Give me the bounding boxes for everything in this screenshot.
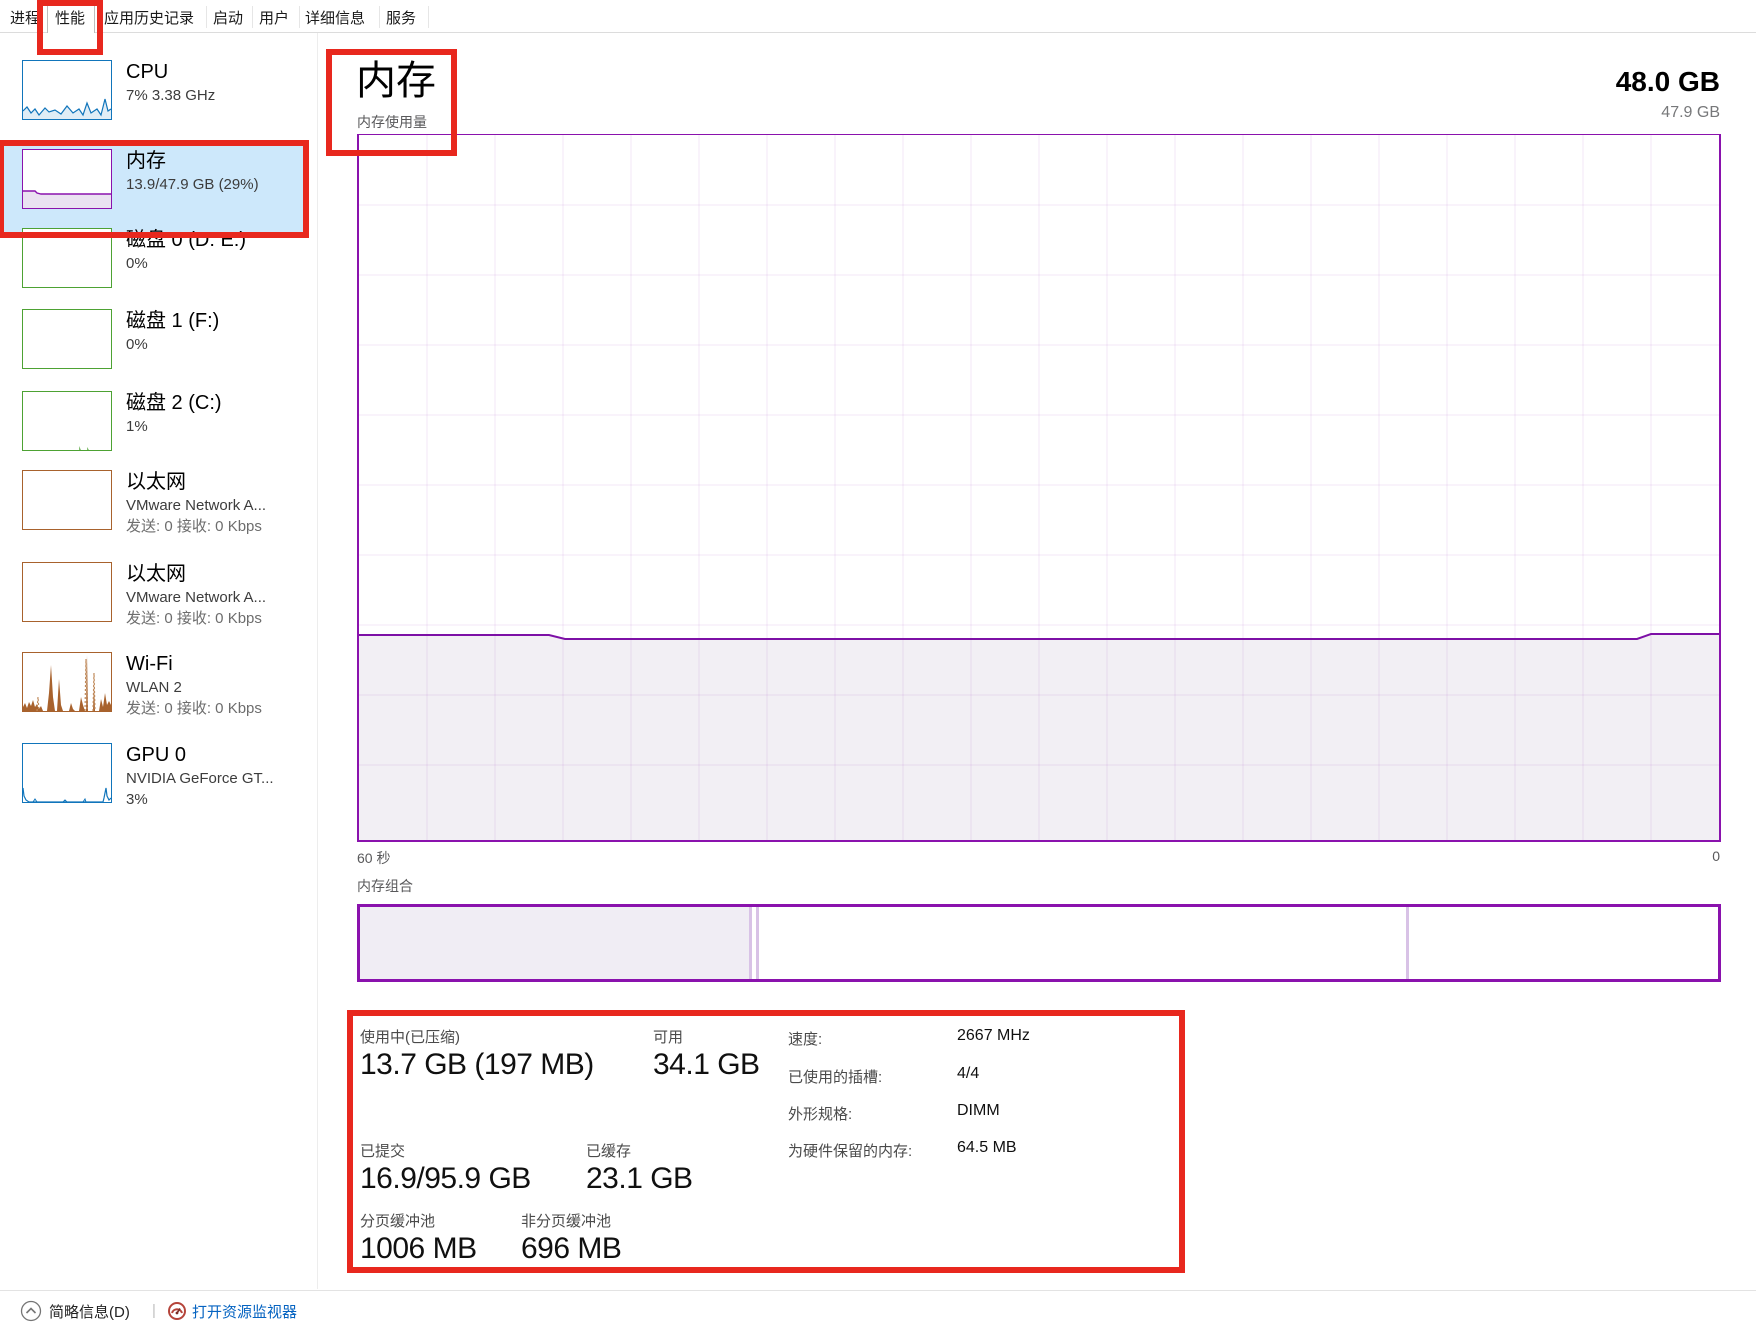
memory-composition-bar [357,904,1721,982]
sidebar-item-disk0[interactable]: 磁盘 0 (D: E:) 0% [0,226,303,306]
memory-usage-chart-label: 内存使用量 [357,112,427,132]
sidebar-item-title: CPU [126,59,301,85]
stat-paged-pool-value: 1006 MB [360,1232,477,1266]
detail-slots-label: 已使用的插槽: [788,1066,882,1087]
sidebar-item-subtitle: 0% [126,253,301,274]
sidebar-item-title: 内存 [126,148,301,174]
disk1-graph-thumbnail [22,309,112,369]
sidebar-item-wifi[interactable]: Wi-Fi WLAN 2 发送: 0 接收: 0 Kbps [0,650,303,740]
composition-in-use-segment [360,907,749,979]
ethernet1-graph-thumbnail [22,562,112,622]
tab-separator [99,6,100,28]
sidebar-item-ethernet0[interactable]: 以太网 VMware Network A... 发送: 0 接收: 0 Kbps [0,468,303,558]
footer-separator: | [152,1302,156,1319]
detail-speed-label: 速度: [788,1028,822,1049]
sidebar-item-subtitle: 7% 3.38 GHz [126,85,301,106]
tab-performance[interactable]: 性能 [55,7,85,28]
stat-nonpaged-pool-label: 非分页缓冲池 [521,1210,611,1231]
wifi-graph-thumbnail [22,652,112,712]
detail-form-factor-label: 外形规格: [788,1103,852,1124]
stat-nonpaged-pool-value: 696 MB [521,1232,621,1266]
gpu-graph-thumbnail [22,743,112,803]
tab-startup[interactable]: 启动 [213,7,243,28]
disk2-graph-thumbnail [22,391,112,451]
total-memory-value: 48.0 GB [1420,66,1720,98]
sidebar-item-subtitle: VMware Network A... [126,495,301,516]
chart-axis-right-label: 0 [1620,848,1720,864]
stat-paged-pool-label: 分页缓冲池 [360,1210,435,1231]
chart-max-value: 47.9 GB [1420,104,1720,122]
sidebar-item-subtitle: WLAN 2 [126,677,301,698]
sidebar-item-subtitle: NVIDIA GeForce GT... [126,768,301,789]
stat-in-use-label: 使用中(已压缩) [360,1026,460,1047]
tab-services[interactable]: 服务 [386,7,416,28]
stat-cached-value: 23.1 GB [586,1162,693,1196]
sidebar-item-title: 磁盘 1 (F:) [126,308,301,334]
tab-bar: 进程 性能 应用历史记录 启动 用户 详细信息 服务 [0,0,1756,33]
disk0-graph-thumbnail [22,228,112,288]
sidebar-item-subtitle: 0% [126,334,301,355]
sidebar-item-subtitle: VMware Network A... [126,587,301,608]
sidebar-item-disk1[interactable]: 磁盘 1 (F:) 0% [0,307,303,387]
tab-users[interactable]: 用户 [259,7,289,28]
page-title: 内存 [356,48,436,106]
sidebar-item-cpu[interactable]: CPU 7% 3.38 GHz [0,58,303,138]
stat-in-use-value: 13.7 GB (197 MB) [360,1048,594,1082]
ethernet0-graph-thumbnail [22,470,112,530]
tab-separator [428,6,429,28]
tab-processes[interactable]: 进程 [10,7,40,28]
sidebar-item-throughput: 发送: 0 接收: 0 Kbps [126,698,301,719]
sidebar-item-title: 磁盘 2 (C:) [126,390,301,416]
composition-divider [1406,907,1409,979]
memory-usage-graph [359,135,1719,840]
stat-available-value: 34.1 GB [653,1048,760,1082]
tab-separator [206,6,207,28]
stat-committed-label: 已提交 [360,1140,405,1161]
sidebar-item-subtitle: 1% [126,416,301,437]
detail-reserved-label: 为硬件保留的内存: [788,1140,912,1161]
tab-separator [379,6,380,28]
summary-view-toggle[interactable]: 简略信息(D) [20,1299,130,1323]
tab-separator [299,6,300,28]
sidebar-item-throughput: 发送: 0 接收: 0 Kbps [126,608,301,629]
open-resource-monitor-label: 打开资源监视器 [192,1301,297,1322]
memory-graph-thumbnail [22,149,112,209]
sidebar-item-usage: 3% [126,789,301,810]
memory-usage-chart [357,134,1721,842]
detail-form-factor-value: DIMM [957,1102,1000,1120]
sidebar-item-throughput: 发送: 0 接收: 0 Kbps [126,516,301,537]
chevron-up-circle-icon [20,1300,42,1322]
sidebar-item-title: Wi-Fi [126,651,301,677]
sidebar-item-title: 磁盘 0 (D: E:) [126,227,301,253]
performance-sidebar: CPU 7% 3.38 GHz 内存 13.9/47.9 GB (29%) 磁盘… [0,33,317,1289]
panel-separator [317,33,318,1289]
stat-available-label: 可用 [653,1026,683,1047]
sidebar-item-gpu[interactable]: GPU 0 NVIDIA GeForce GT... 3% [0,741,303,831]
detail-speed-value: 2667 MHz [957,1027,1030,1045]
detail-reserved-value: 64.5 MB [957,1139,1017,1157]
sidebar-item-disk2[interactable]: 磁盘 2 (C:) 1% [0,389,303,469]
chart-axis-left-label: 60 秒 [357,848,390,868]
sidebar-item-title: 以太网 [126,469,301,495]
sidebar-item-title: GPU 0 [126,742,301,768]
cpu-graph-thumbnail [22,60,112,120]
sidebar-item-subtitle: 13.9/47.9 GB (29%) [126,174,301,195]
detail-slots-value: 4/4 [957,1065,979,1083]
open-resource-monitor-link[interactable]: 打开资源监视器 [168,1299,297,1323]
footer-bar: 简略信息(D) | 打开资源监视器 [0,1290,1756,1341]
memory-composition-label: 内存组合 [357,876,413,896]
resource-monitor-icon [168,1302,186,1320]
stat-cached-label: 已缓存 [586,1140,631,1161]
composition-divider [756,907,759,979]
composition-divider [749,907,752,979]
tab-app-history[interactable]: 应用历史记录 [104,7,194,28]
tab-separator [252,6,253,28]
sidebar-item-ethernet1[interactable]: 以太网 VMware Network A... 发送: 0 接收: 0 Kbps [0,560,303,650]
tab-details[interactable]: 详细信息 [305,7,365,28]
stat-committed-value: 16.9/95.9 GB [360,1162,531,1196]
summary-view-label: 简略信息(D) [49,1301,130,1322]
sidebar-item-memory[interactable]: 内存 13.9/47.9 GB (29%) [0,141,303,235]
sidebar-item-title: 以太网 [126,561,301,587]
